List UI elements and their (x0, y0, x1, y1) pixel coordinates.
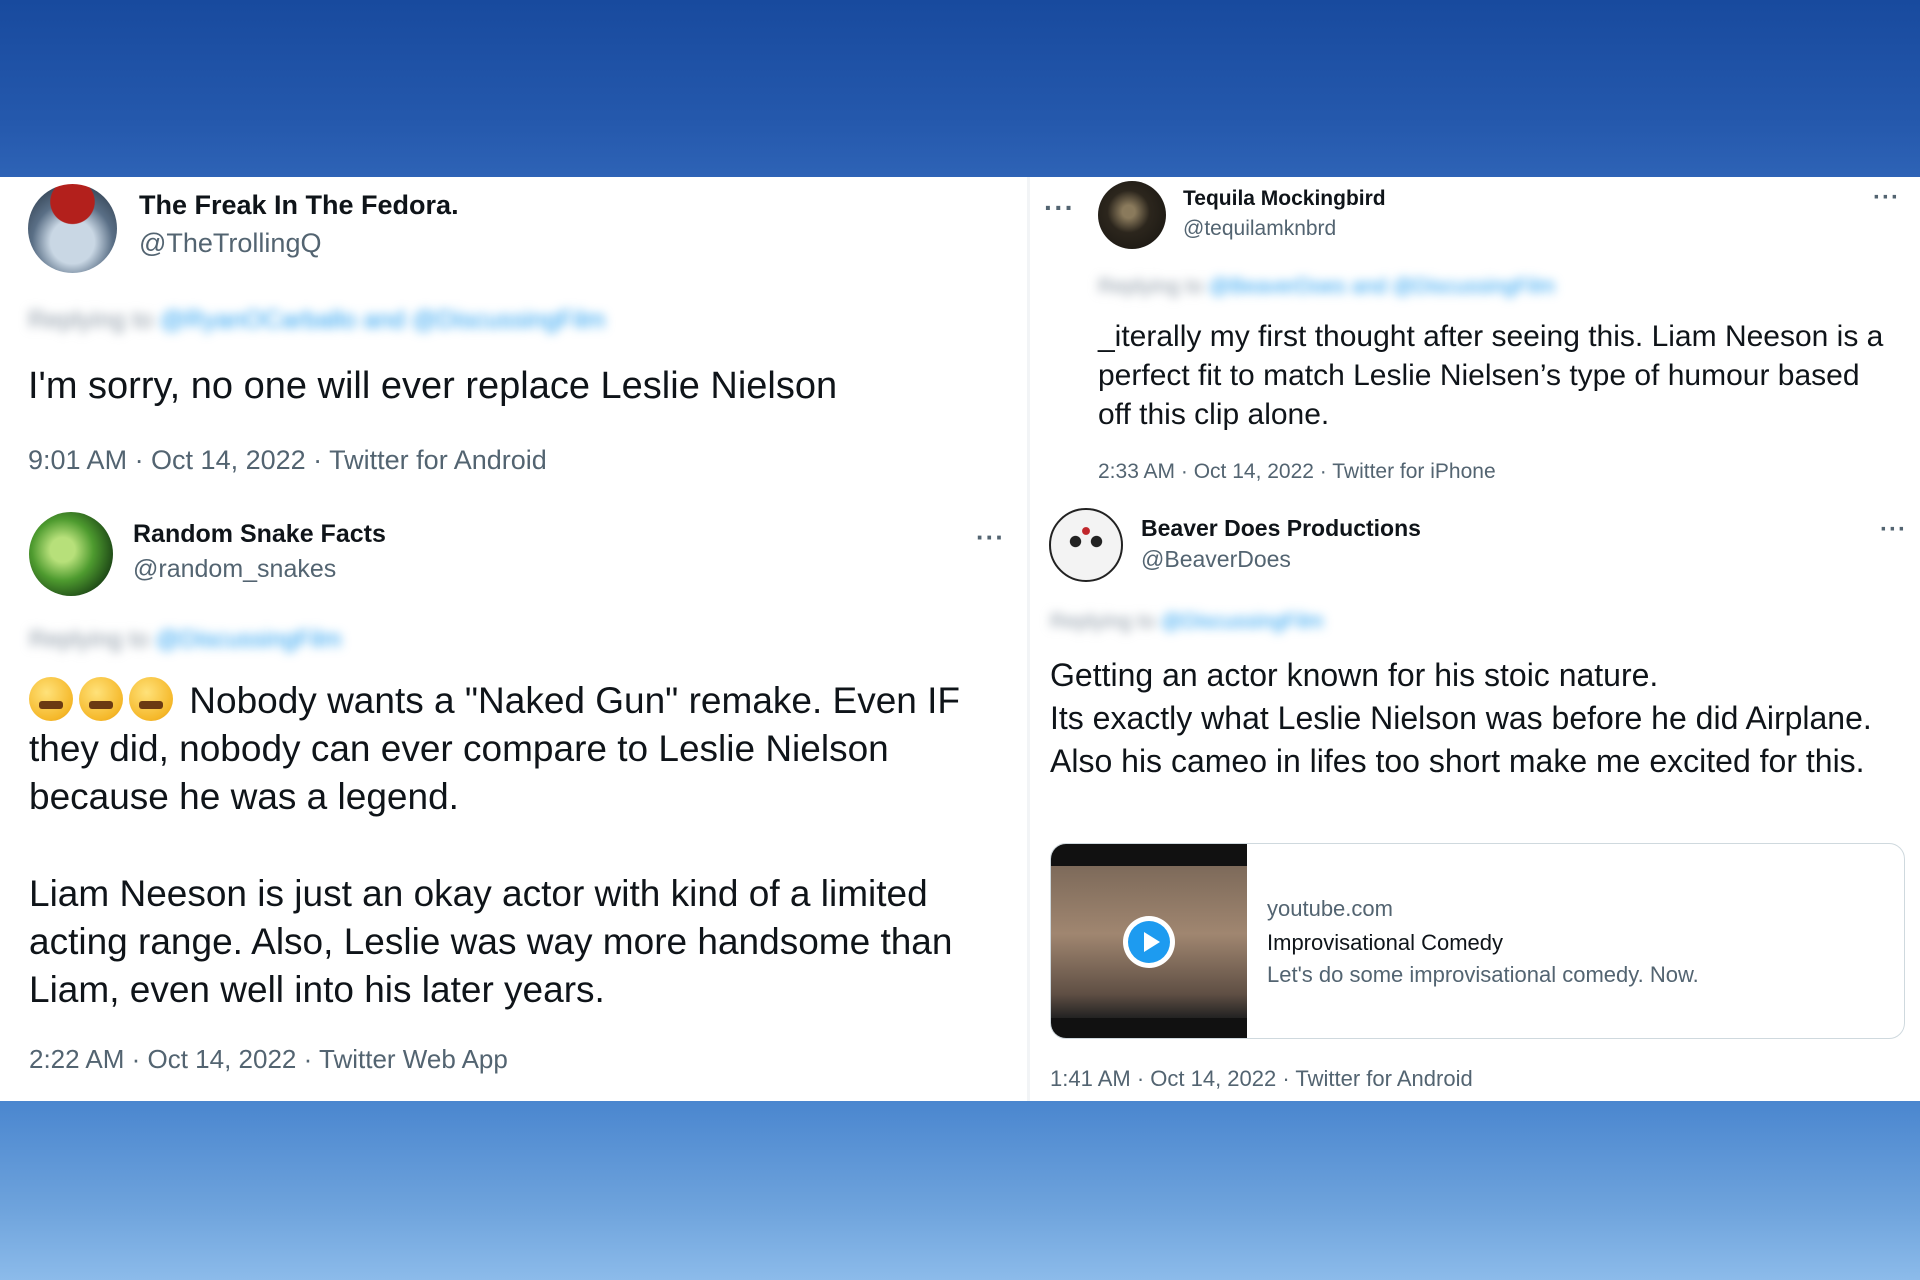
video-thumbnail[interactable] (1051, 844, 1247, 1038)
more-options-icon[interactable]: ··· (976, 522, 1005, 553)
more-options-icon[interactable]: ··· (1873, 184, 1900, 212)
replying-to: Replying to @DiscussingFilm (29, 626, 341, 654)
tweet-text: Getting an actor known for his stoic nat… (1050, 657, 1872, 779)
reply-mentions[interactable]: @DiscussingFilm (1161, 610, 1324, 633)
blue-background-top (0, 0, 1920, 177)
card-description: Let's do some improvisational comedy. No… (1267, 962, 1699, 987)
avatar[interactable] (1098, 181, 1166, 249)
tweet-text-paragraph-2: Liam Neeson is just an okay actor with k… (29, 873, 953, 1010)
avatar[interactable] (1049, 508, 1123, 582)
replying-to: Replying to @RyanOCarballo and @Discussi… (28, 306, 605, 335)
display-name[interactable]: Tequila Mockingbird (1183, 187, 1386, 211)
link-preview-card[interactable]: youtube.com Improvisational Comedy Let's… (1050, 843, 1905, 1039)
display-name[interactable]: Beaver Does Productions (1141, 515, 1421, 542)
play-icon[interactable] (1123, 916, 1175, 968)
more-options-icon[interactable]: ··· (1880, 516, 1907, 544)
avatar[interactable] (29, 512, 113, 596)
user-handle[interactable]: @BeaverDoes (1141, 546, 1291, 573)
more-options-icon[interactable]: ··· (1044, 192, 1075, 224)
user-handle[interactable]: @TheTrollingQ (139, 228, 321, 259)
card-title: Improvisational Comedy (1267, 930, 1503, 955)
avatar[interactable] (28, 184, 117, 273)
user-handle[interactable]: @tequilamknbrd (1183, 217, 1336, 241)
display-name[interactable]: The Freak In The Fedora. (139, 190, 459, 221)
weary-face-icon (129, 677, 173, 721)
reply-mentions[interactable]: @BeaverDoes and @DiscussingFilm (1209, 275, 1555, 298)
replying-to: Replying to @DiscussingFilm (1050, 610, 1323, 634)
replying-prefix: Replying to (1098, 275, 1204, 298)
eye-roll-face-icon (79, 677, 123, 721)
user-handle[interactable]: @random_snakes (133, 555, 336, 584)
reply-mentions[interactable]: @DiscussingFilm (156, 626, 342, 653)
tweet-text: _iterally my first thought after seeing … (1098, 320, 1884, 431)
card-domain: youtube.com (1267, 896, 1393, 921)
tweet-timestamp[interactable]: 2:33 AM · Oct 14, 2022 · Twitter for iPh… (1098, 460, 1496, 484)
replying-prefix: Replying to (28, 306, 154, 334)
column-divider (1027, 177, 1030, 1101)
replying-to: Replying to @BeaverDoes and @DiscussingF… (1098, 275, 1555, 299)
tweet-timestamp[interactable]: 2:22 AM · Oct 14, 2022 · Twitter Web App (29, 1044, 508, 1075)
tweet-timestamp[interactable]: 1:41 AM · Oct 14, 2022 · Twitter for And… (1050, 1066, 1473, 1092)
tweet-timestamp[interactable]: 9:01 AM · Oct 14, 2022 · Twitter for And… (28, 445, 547, 476)
replying-prefix: Replying to (1050, 610, 1156, 633)
tweet-text: I'm sorry, no one will ever replace Lesl… (28, 365, 838, 407)
grimacing-face-icon (29, 677, 73, 721)
tweet-text: Nobody wants a "Naked Gun" remake. Even … (29, 677, 1014, 821)
replying-prefix: Replying to (29, 626, 150, 653)
display-name[interactable]: Random Snake Facts (133, 520, 386, 549)
reply-mentions[interactable]: @RyanOCarballo and @DiscussingFilm (160, 306, 605, 334)
blue-background-bottom (0, 1101, 1920, 1280)
